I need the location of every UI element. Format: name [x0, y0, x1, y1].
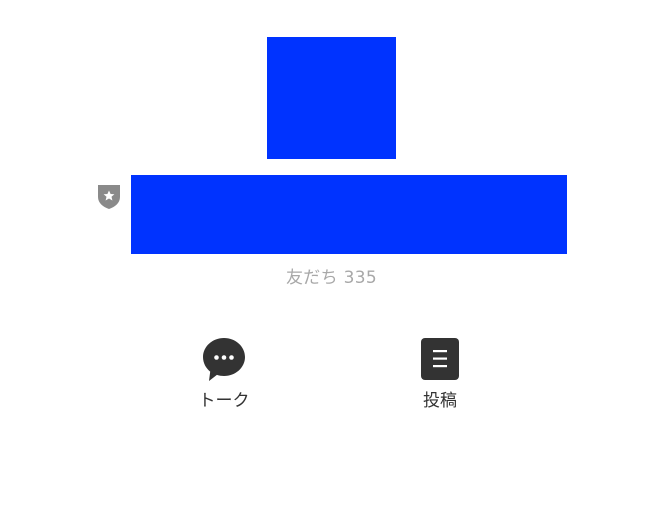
- friends-count-line[interactable]: 友だち 335: [0, 267, 663, 289]
- name-redaction: [131, 175, 567, 254]
- profile-avatar[interactable]: [267, 37, 396, 159]
- post-button[interactable]: 投稿: [385, 336, 495, 416]
- post-label: 投稿: [423, 391, 457, 411]
- friends-count: 335: [343, 268, 377, 288]
- speech-bubble-icon: [201, 336, 247, 386]
- talk-label: トーク: [198, 391, 250, 411]
- talk-button[interactable]: トーク: [169, 336, 279, 416]
- official-badge: [96, 182, 122, 210]
- avatar-redaction: [267, 37, 396, 159]
- profile-name: [131, 175, 567, 254]
- document-icon: [421, 336, 459, 384]
- friends-label: 友だち: [286, 268, 338, 288]
- shield-star-icon: [98, 185, 120, 209]
